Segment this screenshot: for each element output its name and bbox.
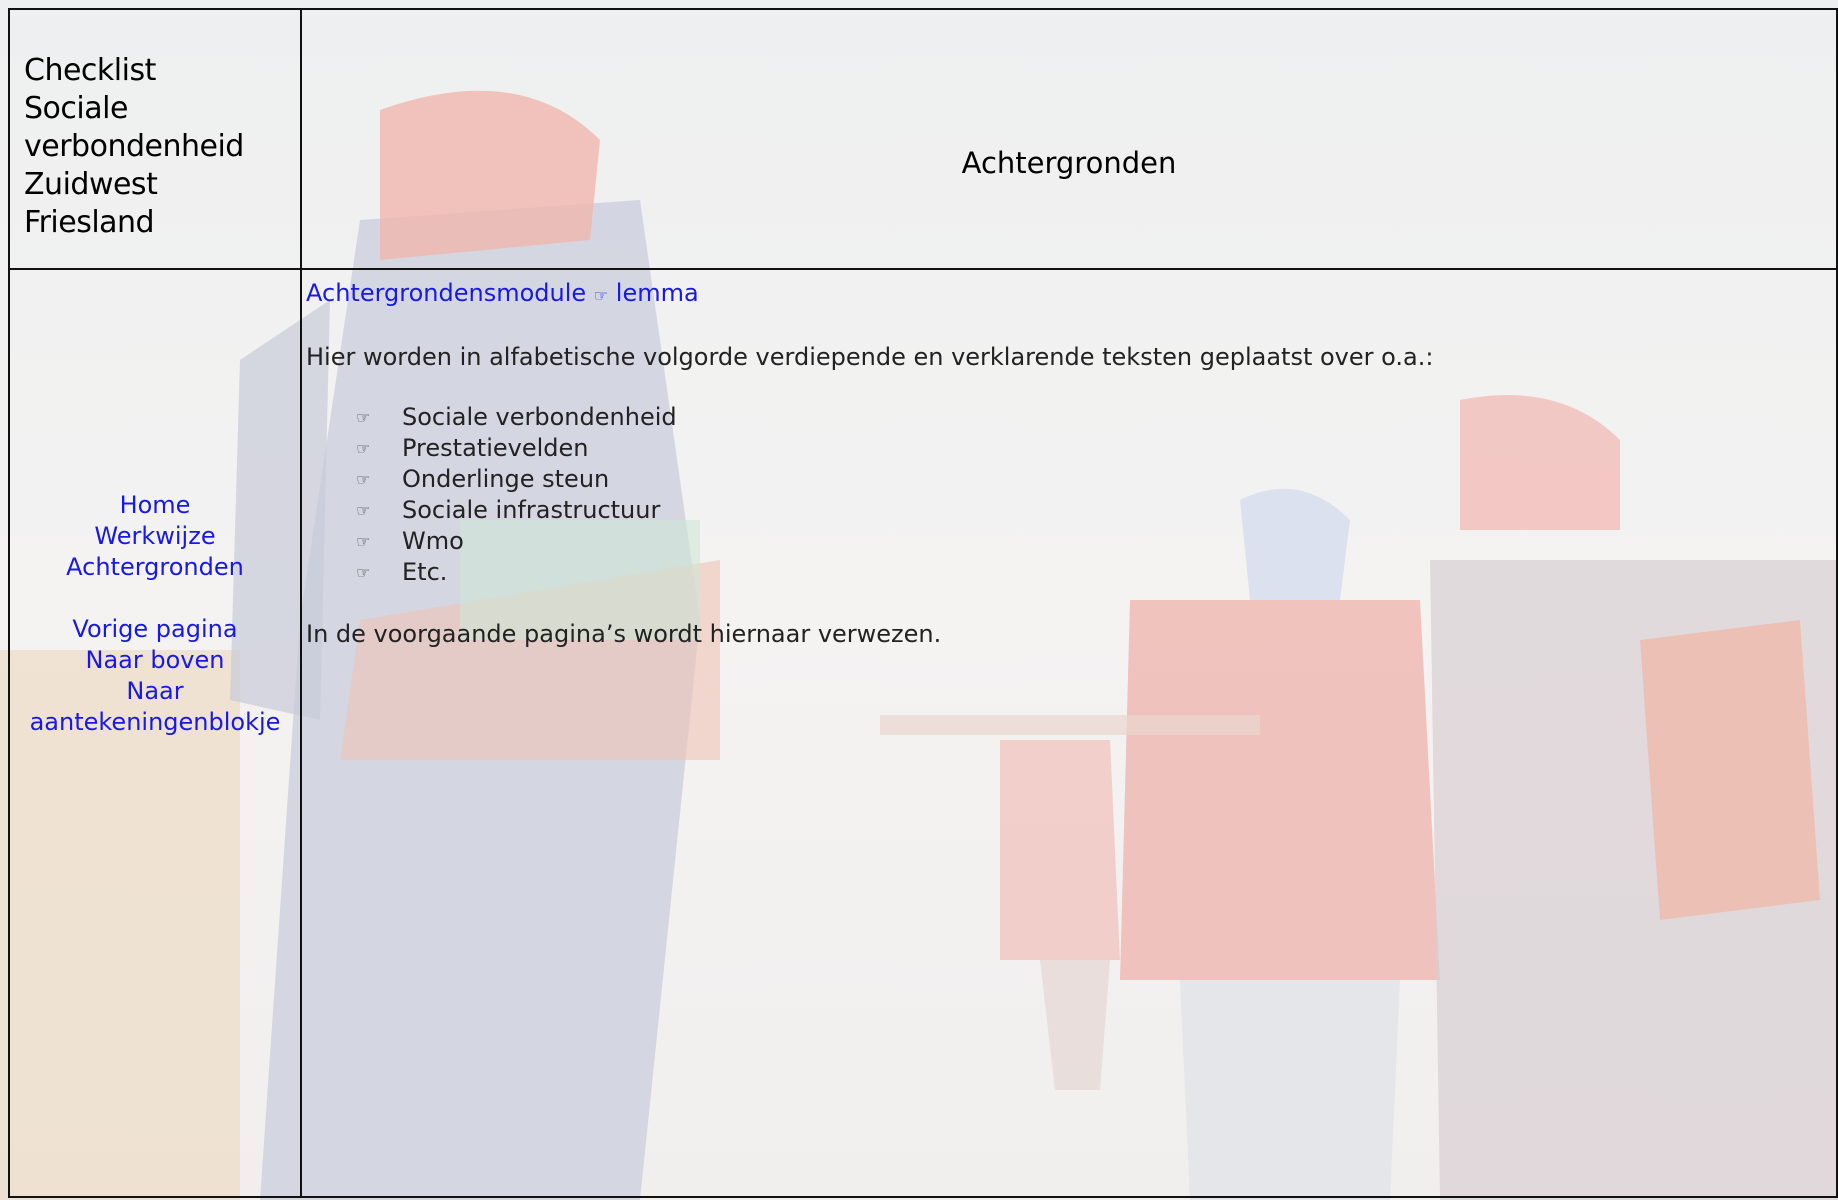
- main-content: Achtergrondensmodule ☞ lemma Hier worden…: [306, 268, 1824, 674]
- list-item: ☞ Etc.: [356, 557, 1824, 588]
- outro-paragraph: In de voorgaande pagina’s wordt hiernaar…: [306, 620, 942, 648]
- pointing-hand-icon: ☞: [356, 501, 371, 520]
- list-item: ☞ Wmo: [356, 526, 1824, 557]
- layout-table: Checklist Sociale verbondenheid Zuidwest…: [8, 8, 1838, 1198]
- site-title-line: Zuidwest Friesland: [24, 167, 158, 240]
- pointing-hand-icon: ☞: [356, 439, 371, 458]
- site-title: Checklist Sociale verbondenheid Zuidwest…: [24, 52, 294, 242]
- intro-paragraph: Hier worden in alfabetische volgorde ver…: [306, 343, 1434, 371]
- topic-label: Wmo: [402, 527, 464, 555]
- site-title-line: Sociale: [24, 91, 128, 126]
- list-item: ☞ Sociale verbondenheid: [356, 402, 1824, 433]
- list-item: ☞ Sociale infrastructuur: [356, 495, 1824, 526]
- breadcrumb-lemma-link[interactable]: lemma: [616, 279, 699, 307]
- nav-link-achtergronden[interactable]: Achtergronden: [10, 552, 300, 583]
- pointing-hand-icon: ☞: [356, 408, 371, 427]
- site-title-line: verbondenheid: [24, 129, 244, 164]
- pointing-hand-icon: ☞: [356, 532, 371, 551]
- column-divider: [300, 10, 302, 1196]
- page-title: Achtergronden: [961, 146, 1177, 180]
- list-item: ☞ Prestatievelden: [356, 433, 1824, 464]
- nav-link-werkwijze[interactable]: Werkwijze: [10, 521, 300, 552]
- nav-link-notepad-line2: aantekeningenblokje: [29, 708, 281, 736]
- site-title-line: Checklist: [24, 53, 156, 88]
- list-item: ☞ Onderlinge steun: [356, 464, 1824, 495]
- nav-link-notepad-line1: Naar: [126, 677, 184, 705]
- side-navigation: Home Werkwijze Achtergronden Vorige pagi…: [10, 490, 300, 738]
- breadcrumb: Achtergrondensmodule ☞ lemma: [306, 278, 1824, 311]
- nav-link-home[interactable]: Home: [10, 490, 300, 521]
- nav-link-previous-page[interactable]: Vorige pagina: [10, 614, 300, 645]
- nav-link-back-to-top[interactable]: Naar boven: [10, 645, 300, 676]
- topic-label: Prestatievelden: [402, 434, 589, 462]
- pointing-hand-icon: ☞: [356, 470, 371, 489]
- topic-label: Etc.: [402, 558, 448, 586]
- breadcrumb-module-link[interactable]: Achtergrondensmodule: [306, 279, 586, 307]
- topic-label: Sociale verbondenheid: [402, 403, 677, 431]
- nav-link-notepad[interactable]: Naar aantekeningenblokje: [10, 676, 300, 738]
- topic-label: Sociale infrastructuur: [402, 496, 661, 524]
- pointing-hand-icon: ☞: [593, 286, 609, 305]
- topics-list: ☞ Sociale verbondenheid ☞ Prestatievelde…: [306, 402, 1824, 588]
- pointing-hand-icon: ☞: [356, 563, 371, 582]
- topic-label: Onderlinge steun: [402, 465, 610, 493]
